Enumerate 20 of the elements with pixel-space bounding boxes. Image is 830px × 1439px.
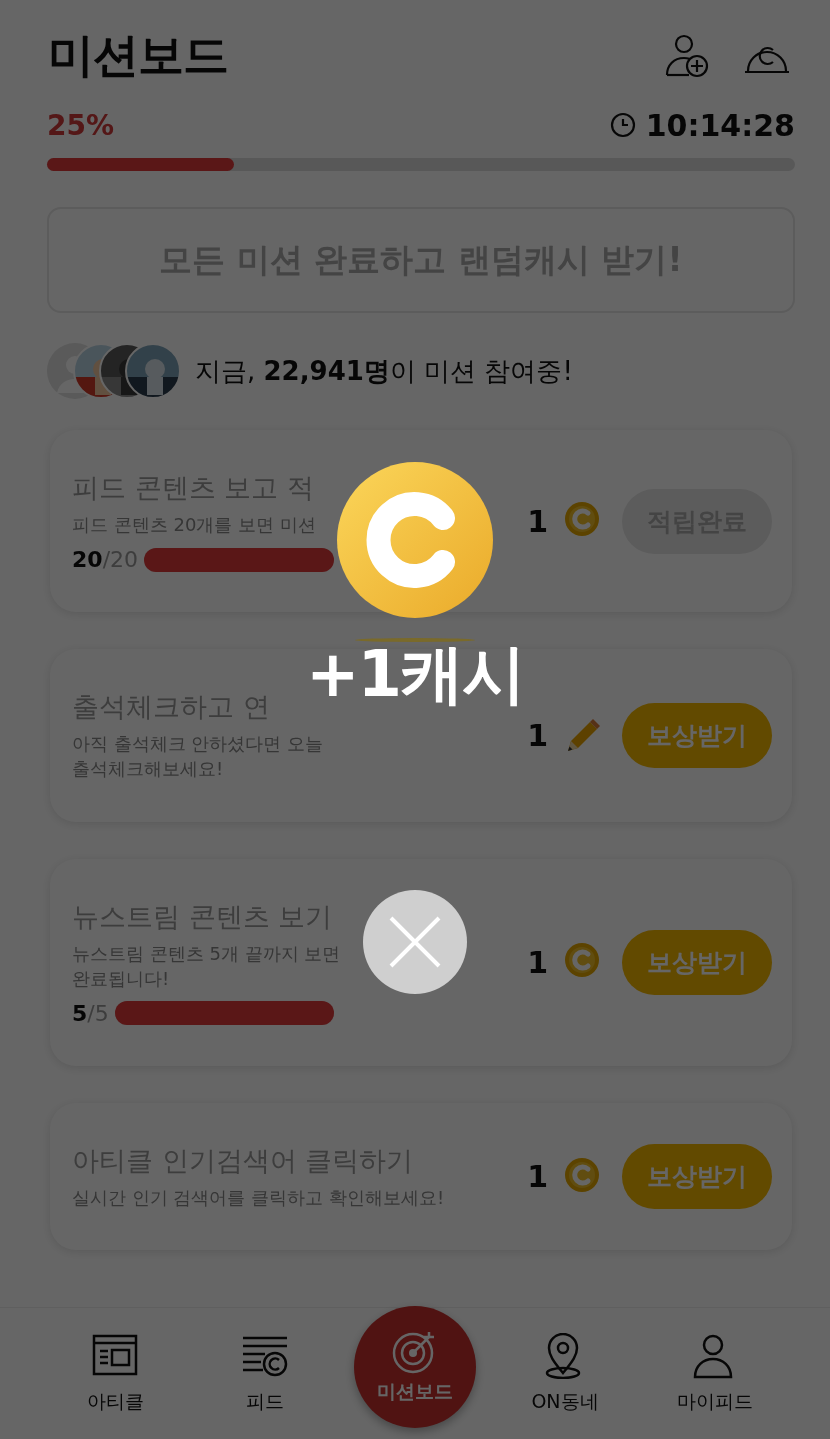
- claim-button[interactable]: 보상받기: [622, 1144, 772, 1210]
- clock-icon: [609, 112, 636, 138]
- reward-amount: 1: [527, 944, 548, 980]
- close-icon: [388, 915, 442, 969]
- percent-text: 25%: [47, 108, 115, 142]
- claim-button[interactable]: 보상받기: [622, 929, 772, 995]
- nav-tab[interactable]: 미션보드: [354, 1305, 476, 1428]
- nav-tab[interactable]: 마이피드: [654, 1332, 776, 1415]
- timer-text: 10:14:28: [645, 107, 795, 143]
- page-title: 미션보드: [48, 27, 228, 84]
- nav-tab[interactable]: 아티클: [54, 1332, 176, 1415]
- nav-tab[interactable]: ON동네: [504, 1332, 626, 1415]
- claim-button[interactable]: 보상받기: [622, 702, 772, 768]
- add-friend-icon[interactable]: [664, 33, 710, 79]
- reward-amount: 1: [527, 503, 548, 539]
- reward-text: +1캐시: [305, 642, 525, 706]
- nav-tab[interactable]: 피드: [204, 1332, 326, 1415]
- reward-amount: 1: [527, 1159, 548, 1195]
- reward-amount: 1: [527, 717, 548, 753]
- participants-text: 지금, 22,941명이 미션 참여중!: [195, 354, 573, 388]
